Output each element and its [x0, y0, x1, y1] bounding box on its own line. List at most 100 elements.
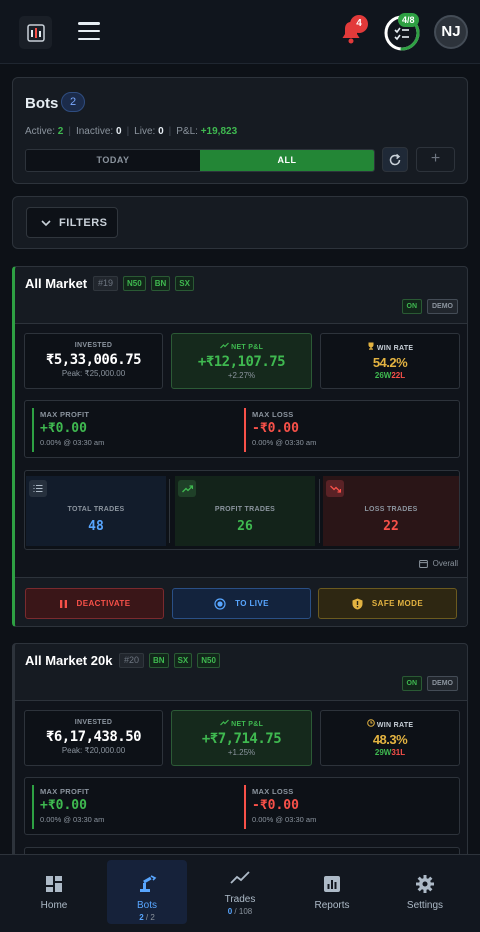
win-rate-box: WIN RATE 48.3% 29W31L — [320, 710, 460, 766]
inactive-label: Inactive: — [75, 126, 114, 137]
max-profit-label: MAX PROFIT — [40, 787, 90, 796]
mode-demo-badge: DEMO — [427, 676, 458, 691]
mode-demo-badge: DEMO — [427, 299, 458, 314]
refresh-icon — [389, 153, 401, 165]
nav-trades-label: Trades — [224, 894, 256, 905]
win-rate-label: WIN RATE — [376, 722, 414, 729]
deactivate-label: DEACTIVATE — [76, 599, 131, 608]
nav-bots-label: Bots — [136, 900, 157, 911]
user-avatar[interactable]: NJ — [434, 15, 468, 49]
win-rate-value: 54.2% — [372, 355, 408, 370]
max-profit-sub: 0.00% @ 03:30 am — [40, 438, 105, 447]
max-loss-section: MAX LOSS -₹0.00 0.00% @ 03:30 am — [244, 408, 316, 452]
refresh-button[interactable] — [382, 147, 408, 172]
status-tags: ON DEMO — [401, 299, 458, 314]
report-chart-icon — [322, 874, 342, 894]
loss-trades-cell: LOSS TRADES 22 — [323, 476, 459, 546]
nav-home[interactable]: Home — [14, 860, 94, 924]
max-loss-label: MAX LOSS — [252, 787, 294, 796]
deactivate-button[interactable]: DEACTIVATE — [25, 588, 164, 619]
to-live-button[interactable]: TO LIVE — [172, 588, 311, 619]
notification-count-badge: 4 — [350, 15, 368, 33]
loss-trades-label: LOSS TRADES — [364, 506, 418, 513]
max-profit-value: +₹0.00 — [40, 798, 87, 813]
nav-settings[interactable]: Settings — [385, 860, 465, 924]
status-on-badge: ON — [401, 676, 422, 691]
dashboard-icon — [44, 874, 64, 894]
max-loss-section: MAX LOSS -₹0.00 0.00% @ 03:30 am — [244, 785, 316, 829]
bots-count-badge: 2 — [61, 92, 85, 112]
trend-line-icon — [230, 868, 250, 888]
max-profit-label: MAX PROFIT — [40, 410, 90, 419]
index-tag: N50 — [123, 276, 146, 291]
invested-box: INVESTED ₹6,17,438.50 Peak: ₹20,000.00 — [24, 710, 163, 766]
robot-arm-icon — [137, 874, 157, 894]
top-bar: 4 4/8 NJ — [0, 0, 480, 64]
profit-trades-label: PROFIT TRADES — [214, 506, 276, 513]
period-label: Overall — [432, 559, 458, 568]
status-on-badge: ON — [401, 299, 422, 314]
tab-today[interactable]: TODAY — [26, 150, 200, 171]
net-pnl-box: NET P&L +₹7,714.75 +1.25% — [171, 710, 312, 766]
gear-icon — [415, 874, 435, 894]
wins-count: 29W — [374, 748, 392, 757]
bot-name: All Market 20k — [25, 653, 113, 668]
max-loss-value: -₹0.00 — [252, 798, 299, 813]
profit-trades-cell: PROFIT TRADES 26 — [175, 476, 315, 546]
checklist-icon — [394, 27, 409, 41]
radio-target-icon — [214, 597, 226, 610]
pause-icon — [59, 599, 67, 608]
net-pnl-value: +₹12,107.75 — [197, 354, 286, 370]
nav-reports-label: Reports — [314, 900, 350, 911]
trades-stats-row: TOTAL TRADES 48 PROFIT TRADES 26 LOSS TR… — [24, 470, 460, 550]
app-logo-icon[interactable] — [19, 16, 52, 49]
win-rate-box: WIN RATE 54.2% 26W22L — [320, 333, 460, 389]
invested-value: ₹5,33,006.75 — [45, 352, 142, 368]
nav-trades[interactable]: Trades 0 / 108 — [200, 860, 280, 924]
safe-mode-label: SAFE MODE — [371, 599, 424, 608]
bot-card: All Market #19 N50 BN SX ON DEMO INVESTE… — [12, 266, 468, 627]
add-bot-button[interactable]: + — [416, 147, 455, 172]
nav-home-label: Home — [40, 900, 68, 911]
index-tag: BN — [149, 653, 169, 668]
bottom-navigation: Home Bots 2 / 2 Trades 0 / 108 Reports S… — [0, 854, 480, 932]
filters-label: FILTERS — [59, 216, 108, 229]
live-value: 0 — [158, 126, 164, 137]
trend-up-icon — [219, 719, 229, 726]
max-loss-value: -₹0.00 — [252, 421, 299, 436]
safe-mode-button[interactable]: SAFE MODE — [318, 588, 457, 619]
nav-reports[interactable]: Reports — [292, 860, 372, 924]
index-tag: BN — [150, 276, 171, 291]
tab-all[interactable]: ALL — [200, 150, 374, 171]
loss-trades-value: 22 — [383, 519, 399, 534]
active-label: Active: — [25, 126, 56, 137]
invested-value: ₹6,17,438.50 — [45, 729, 142, 745]
bot-card: All Market 20k #20 BN SX N50 ON DEMO INV… — [12, 643, 468, 863]
total-trades-cell: TOTAL TRADES 48 — [26, 476, 166, 546]
hamburger-menu-icon[interactable] — [78, 22, 100, 40]
max-loss-sub: 0.00% @ 03:30 am — [252, 815, 317, 824]
trend-up-icon — [178, 480, 196, 497]
max-profit-loss-row: MAX PROFIT +₹0.00 0.00% @ 03:30 am MAX L… — [24, 400, 460, 458]
filters-button[interactable]: FILTERS — [26, 207, 118, 238]
shield-icon — [352, 598, 363, 609]
net-pnl-label: NET P&L — [231, 721, 264, 728]
losses-count: 22L — [391, 371, 406, 380]
filters-panel: FILTERS — [12, 196, 468, 249]
max-profit-loss-row: MAX PROFIT +₹0.00 0.00% @ 03:30 am MAX L… — [24, 777, 460, 835]
max-profit-section: MAX PROFIT +₹0.00 0.00% @ 03:30 am — [32, 785, 104, 829]
nav-bots-count: 2 / 2 — [139, 913, 155, 922]
index-tag: SX — [173, 653, 193, 668]
bot-tags: #19 N50 BN SX — [93, 276, 194, 291]
net-pnl-box: NET P&L +₹12,107.75 +2.27% — [171, 333, 312, 389]
net-pnl-percent: +1.25% — [227, 748, 256, 757]
nav-bots[interactable]: Bots 2 / 2 — [107, 860, 187, 924]
profit-trades-value: 26 — [237, 519, 253, 534]
bot-actions: DEACTIVATE TO LIVE SAFE MODE — [15, 577, 467, 626]
wins-count: 26W — [374, 371, 392, 380]
calendar-icon — [418, 560, 428, 568]
list-icon — [29, 480, 47, 497]
trophy-icon — [368, 342, 374, 350]
index-tag: SX — [175, 276, 194, 291]
peak-value: Peak: ₹20,000.00 — [61, 746, 126, 755]
